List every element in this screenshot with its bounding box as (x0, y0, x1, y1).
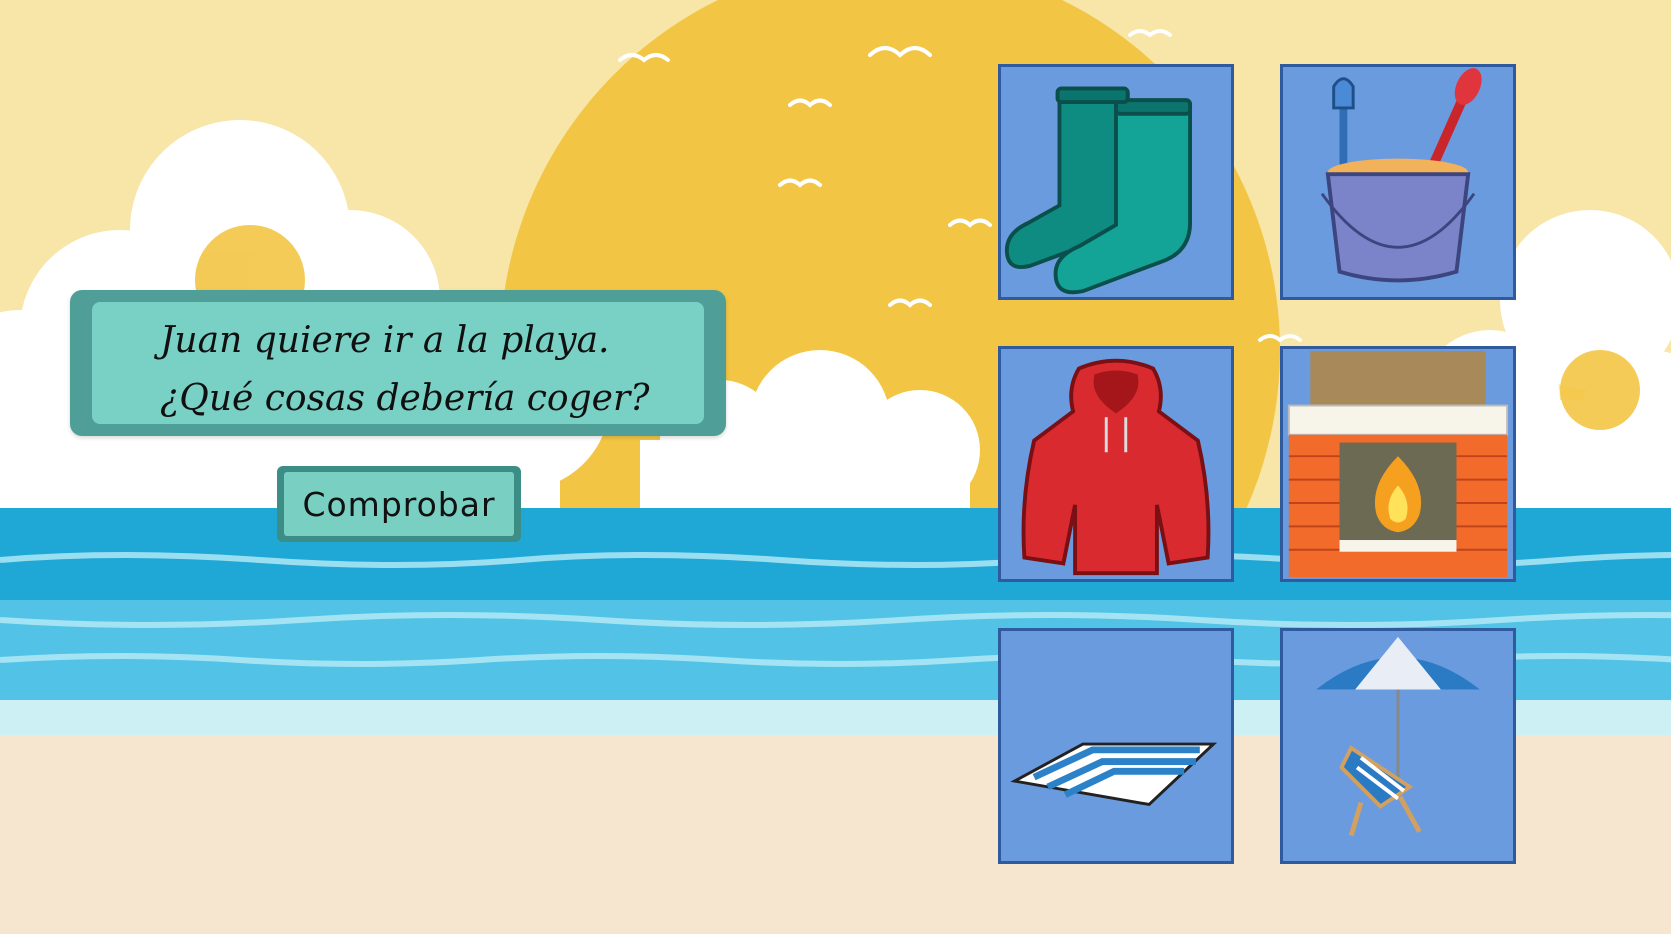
question-line-2: ¿Qué cosas debería coger? (160, 378, 650, 419)
question-line-1: Juan quiere ir a la playa. (160, 320, 610, 361)
option-card-fireplace[interactable] (1280, 346, 1516, 582)
option-card-beach-towel[interactable] (998, 628, 1234, 864)
option-card-beach-umbrella[interactable] (1280, 628, 1516, 864)
check-button[interactable]: Comprobar (277, 466, 521, 542)
beach-towel-icon (1010, 742, 1218, 807)
question-panel: Juan quiere ir a la playa. ¿Qué cosas de… (70, 290, 726, 436)
option-card-rain-boots[interactable] (998, 64, 1234, 300)
option-card-sand-bucket[interactable] (1280, 64, 1516, 300)
beach-umbrella-chair-icon (1316, 636, 1480, 837)
fireplace-icon (1287, 350, 1509, 578)
red-raincoat-icon (1021, 358, 1211, 576)
option-card-raincoat[interactable] (998, 346, 1234, 582)
rain-boots-icon (1004, 86, 1193, 295)
check-button-label: Comprobar (284, 472, 514, 536)
sand-bucket-icon (1320, 68, 1482, 283)
question-panel-inner: Juan quiere ir a la playa. ¿Qué cosas de… (92, 302, 704, 424)
